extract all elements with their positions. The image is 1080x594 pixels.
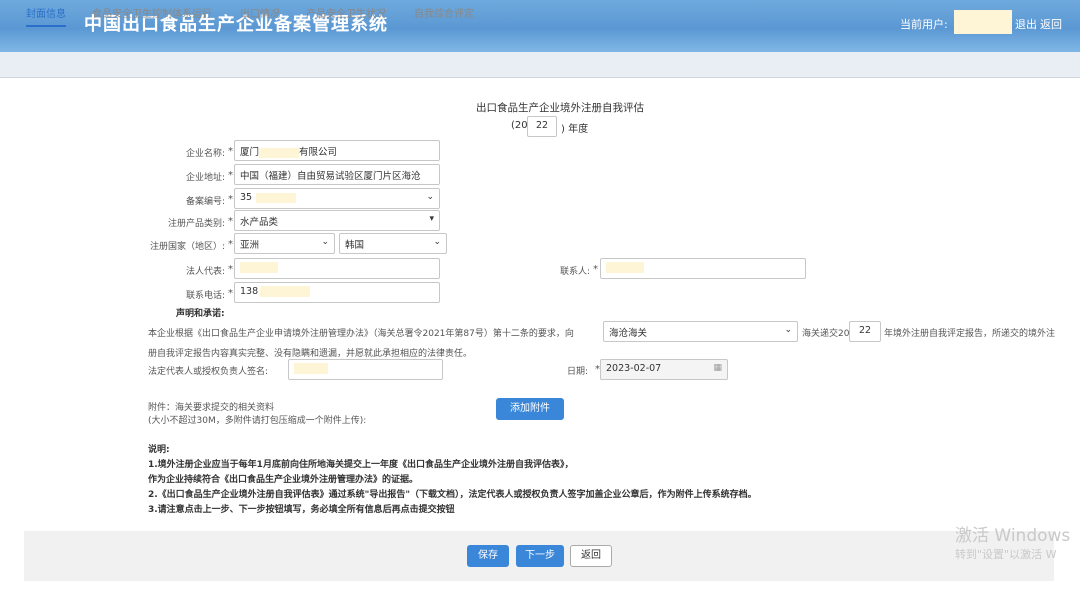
declaration-text-part2: 海关递交20 xyxy=(802,329,850,339)
date-input[interactable]: 2023-02-07 ▦ xyxy=(600,359,728,380)
declaration-heading: 声明和承诺: xyxy=(176,309,225,319)
declaration-text-line2: 册自我评定报告内容真实完整、没有隐瞒和遗漏，并愿就此承担相应的法律责任。 xyxy=(148,349,473,359)
product-category-select[interactable]: 水产品类 ▾ xyxy=(234,210,440,231)
date-label: 日期: xyxy=(567,367,589,377)
required-mark: * xyxy=(228,194,233,205)
back-link[interactable]: 返回 xyxy=(1040,16,1062,32)
signer-label: 法定代表人或授权负责人签名: xyxy=(148,367,269,377)
required-mark: * xyxy=(228,264,233,275)
tab-export-status[interactable]: 出口情况 xyxy=(240,5,280,20)
declaration-text-part3: 年境外注册自我评定报告，所递交的境外注 xyxy=(884,329,1056,339)
required-mark: * xyxy=(228,170,233,181)
windows-activation-hint: 转到"设置"以激活 W xyxy=(955,548,1057,561)
required-mark: * xyxy=(593,264,598,275)
tab-safety-control[interactable]: 食品安全卫生控制体系运行 xyxy=(92,5,212,20)
tab-cover-info[interactable]: 封面信息 xyxy=(26,5,66,27)
legal-rep-label: 法人代表: xyxy=(185,267,225,277)
product-category-label: 注册产品类别: xyxy=(167,219,225,229)
form-title: 出口食品生产企业境外注册自我评估 xyxy=(476,102,644,114)
country-label: 注册国家（地区）: xyxy=(149,242,225,252)
tab-self-assessment[interactable]: 自我综合评定 xyxy=(414,5,474,20)
record-no-select[interactable]: 35 ⌄ xyxy=(234,188,440,209)
required-mark: * xyxy=(228,146,233,157)
year-prefix: (20 xyxy=(511,120,528,131)
declaration-year-input[interactable]: 22 xyxy=(849,321,881,342)
company-name-input[interactable]: 厦门 有限公司 xyxy=(234,140,440,161)
attachment-line1: 附件：海关要求提交的相关资料 xyxy=(148,403,275,413)
year-input[interactable]: 22 xyxy=(527,116,557,137)
caret-down-icon: ▾ xyxy=(429,214,434,224)
region-select[interactable]: 亚洲 ⌄ xyxy=(234,233,335,254)
chevron-down-icon: ⌄ xyxy=(321,237,329,247)
notes-item: 作为企业持续符合《出口食品生产企业境外注册管理办法》的证据。 xyxy=(148,475,419,485)
country-select[interactable]: 韩国 ⌄ xyxy=(339,233,447,254)
current-user-label: 当前用户: xyxy=(900,18,948,31)
notes-heading: 说明: xyxy=(148,445,170,455)
back-button[interactable]: 返回 xyxy=(570,545,612,567)
company-name-label: 企业名称: xyxy=(185,149,225,159)
chevron-down-icon: ⌄ xyxy=(433,237,441,247)
legal-rep-input[interactable] xyxy=(234,258,440,279)
address-input[interactable]: 中国（福建）自由贸易试验区厦门片区海沧 xyxy=(234,164,440,185)
phone-input[interactable]: 138 xyxy=(234,282,440,303)
add-attachment-button[interactable]: 添加附件 xyxy=(496,398,564,420)
tab-product-safety[interactable]: 产品安全卫生状况 xyxy=(306,5,386,20)
required-mark: * xyxy=(228,288,233,299)
save-button[interactable]: 保存 xyxy=(467,545,509,567)
tab-bar xyxy=(0,52,1080,78)
logout-link[interactable]: 退出 xyxy=(1015,16,1037,32)
record-no-label: 备案编号: xyxy=(185,197,225,207)
phone-label: 联系电话: xyxy=(185,291,225,301)
declaration-text-part1: 本企业根据《出口食品生产企业申请境外注册管理办法》（海关总署令2021年第87号… xyxy=(148,329,574,339)
notes-item: 2.《出口食品生产企业境外注册自我评估表》通过系统"导出报告"（下载文档），法定… xyxy=(148,490,757,500)
required-mark: * xyxy=(228,216,233,227)
chevron-down-icon: ⌄ xyxy=(426,192,434,202)
current-user-name xyxy=(954,10,1012,34)
required-mark: * xyxy=(228,239,233,250)
attachment-line2: (大小不超过30M，多附件请打包压缩成一个附件上传): xyxy=(148,416,367,426)
contact-input[interactable] xyxy=(600,258,806,279)
next-button[interactable]: 下一步 xyxy=(516,545,564,567)
contact-label: 联系人: xyxy=(559,267,590,277)
year-suffix: ) 年度 xyxy=(561,124,589,135)
calendar-icon[interactable]: ▦ xyxy=(713,363,722,373)
notes-item: 1.境外注册企业应当于每年1月底前向住所地海关提交上一年度《出口食品生产企业境外… xyxy=(148,460,574,470)
notes-item: 3.请注意点击上一步、下一步按钮填写，务必填全所有信息后再点击提交按钮 xyxy=(148,505,455,515)
customs-select[interactable]: 海沧海关 ⌄ xyxy=(603,321,798,342)
signer-input[interactable] xyxy=(288,359,443,380)
chevron-down-icon: ⌄ xyxy=(784,325,792,335)
address-label: 企业地址: xyxy=(185,173,225,183)
windows-activation-watermark: 激活 Windows xyxy=(955,526,1071,546)
